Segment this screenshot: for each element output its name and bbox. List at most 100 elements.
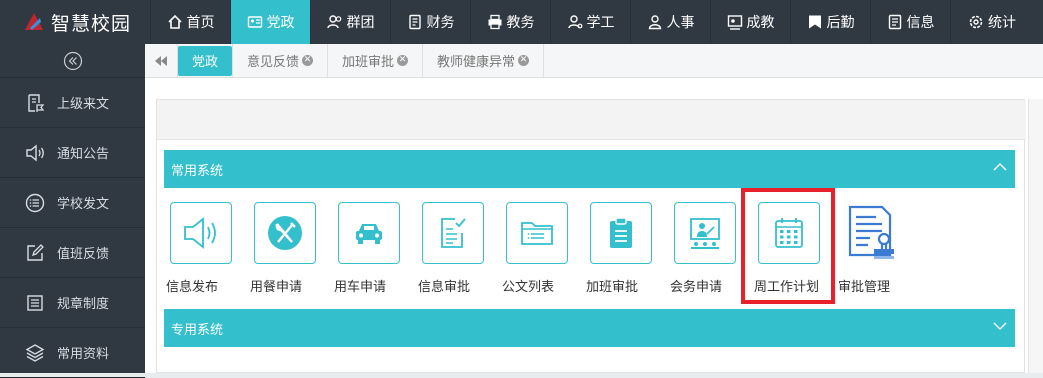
speaker-icon	[184, 217, 216, 249]
sidebar-item-regulations[interactable]: 规章制度	[0, 278, 145, 328]
section-special-header[interactable]: 专用系统	[164, 309, 1015, 347]
app-label: 用餐申请	[250, 280, 303, 295]
app-label: 审批管理	[838, 280, 891, 295]
layers-icon	[25, 343, 45, 362]
app-tile[interactable]	[338, 202, 400, 264]
tab-dangzheng[interactable]: 党政	[178, 45, 233, 76]
app-info-publish[interactable]: 信息发布	[164, 198, 248, 298]
gear-icon	[969, 15, 983, 29]
app-overtime-approval[interactable]: 加班审批	[584, 198, 668, 298]
sidebar-item-notice[interactable]: 通知公告	[0, 128, 145, 178]
close-icon[interactable]: ✕	[397, 55, 409, 66]
panel-header	[157, 100, 1026, 140]
app-meal-request[interactable]: 用餐申请	[248, 198, 332, 298]
nav-label: 群团	[346, 15, 375, 31]
double-arrow-left-icon	[155, 55, 167, 66]
nav-label: 统计	[988, 15, 1016, 31]
sidebar-item-common-materials[interactable]: 常用资料	[0, 328, 145, 378]
utensils-icon	[268, 216, 302, 250]
meeting-icon	[690, 218, 720, 249]
app-approval-management[interactable]: 审批管理	[836, 198, 920, 298]
chevron-up-icon	[993, 163, 1007, 171]
nav-item-houqin[interactable]: 后勤	[790, 0, 870, 44]
file-flag-icon	[28, 93, 45, 112]
main-content: 常用系统 信息发布 用餐申请 用车申请 信息审批 公文列表 加班审批 会务申请 …	[145, 78, 1043, 373]
app-tile[interactable]	[674, 202, 736, 264]
tab-label: 教师健康异常	[437, 55, 516, 70]
list-circle-icon	[25, 193, 45, 212]
clipboard-icon	[610, 217, 632, 248]
app-label: 公文列表	[502, 280, 555, 295]
nav-item-xinxi[interactable]: 信息	[870, 0, 950, 44]
app-tile[interactable]	[590, 202, 652, 264]
nav-item-dangzheng[interactable]: 党政	[230, 0, 310, 44]
tab-label: 党政	[192, 55, 219, 70]
tab-label: 意见反馈	[247, 55, 300, 70]
student-icon	[567, 15, 582, 29]
flag-icon	[808, 15, 821, 29]
app-label: 用车申请	[334, 280, 387, 295]
folder-list-icon	[521, 222, 553, 245]
nav-label: 信息	[906, 15, 935, 31]
chevron-down-icon	[993, 322, 1007, 330]
sidebar-item-label: 上级来文	[57, 97, 110, 112]
app-tile[interactable]	[422, 202, 484, 264]
nav-item-xuegong[interactable]: 学工	[550, 0, 630, 44]
nav-item-tongji[interactable]: 统计	[950, 0, 1033, 44]
page-tab-bar: 党政 意见反馈 ✕ 加班审批 ✕ 教师健康异常 ✕	[145, 43, 1043, 78]
sidebar-item-label: 常用资料	[57, 347, 110, 362]
board-icon	[727, 15, 742, 30]
portal-panel: 常用系统 信息发布 用餐申请 用车申请 信息审批 公文列表 加班审批 会务申请 …	[156, 99, 1026, 373]
sidebar-item-duty-feedback[interactable]: 值班反馈	[0, 228, 145, 278]
nav-item-quntuan[interactable]: 群团	[310, 0, 390, 44]
finance-icon	[408, 14, 421, 30]
app-tile[interactable]	[842, 202, 904, 264]
section-common-header[interactable]: 常用系统	[164, 150, 1015, 188]
nav-item-caiwu[interactable]: 财务	[390, 0, 470, 44]
section-title: 专用系统	[171, 322, 224, 338]
sidebar: 上级来文 通知公告 学校发文 值班反馈 规章制度 常用资料	[0, 44, 145, 378]
doc-check-icon	[441, 218, 466, 248]
app-label: 信息审批	[418, 280, 471, 295]
nav-label: 教务	[506, 15, 535, 31]
sidebar-collapse-button[interactable]	[0, 44, 145, 78]
nav-item-chengjiao[interactable]: 成教	[710, 0, 790, 44]
nav-label: 党政	[266, 15, 295, 31]
nav-item-home[interactable]: 首页	[150, 0, 230, 44]
sidebar-item-label: 值班反馈	[57, 247, 110, 262]
printer-icon	[488, 14, 501, 30]
app-tile[interactable]	[506, 202, 568, 264]
nav-label: 成教	[746, 15, 775, 31]
app-tile[interactable]	[170, 202, 232, 264]
nav-label: 人事	[666, 15, 695, 31]
nav-label: 学工	[586, 15, 615, 31]
tab-feedback[interactable]: 意见反馈 ✕	[233, 43, 329, 78]
edit-icon	[27, 243, 44, 261]
nav-item-jiaowu[interactable]: 教务	[470, 0, 550, 44]
tab-label: 加班审批	[342, 55, 395, 70]
sidebar-item-school-docs[interactable]: 学校发文	[0, 178, 145, 228]
tab-overtime-approval[interactable]: 加班审批 ✕	[328, 43, 424, 78]
double-chevron-left-icon	[63, 51, 82, 70]
close-icon[interactable]: ✕	[302, 55, 314, 66]
nav-item-renshi[interactable]: 人事	[630, 0, 710, 44]
app-tile[interactable]	[254, 202, 316, 264]
person-icon	[648, 15, 661, 30]
app-label: 信息发布	[166, 280, 219, 295]
group-icon	[326, 15, 341, 29]
app-logo[interactable]: 智慧校园	[0, 0, 150, 44]
sidebar-item-superior-docs[interactable]: 上级来文	[0, 78, 145, 128]
app-doc-list[interactable]: 公文列表	[500, 198, 584, 298]
app-car-request[interactable]: 用车申请	[332, 198, 416, 298]
list-box-icon	[27, 294, 43, 311]
top-navbar: 智慧校园 首页 党政 群团 财务 教务 学工 人事 成教 后勤 信息 统计	[0, 0, 1043, 44]
nav-label: 首页	[186, 15, 215, 31]
tab-teacher-health[interactable]: 教师健康异常 ✕	[423, 43, 545, 78]
app-label: 会务申请	[670, 280, 723, 295]
tab-scroll-left-button[interactable]	[145, 43, 178, 78]
close-icon[interactable]: ✕	[518, 55, 530, 66]
nav-label: 财务	[426, 15, 455, 31]
app-info-approval[interactable]: 信息审批	[416, 198, 500, 298]
app-meeting-request[interactable]: 会务申请	[668, 198, 752, 298]
home-icon	[167, 14, 182, 29]
